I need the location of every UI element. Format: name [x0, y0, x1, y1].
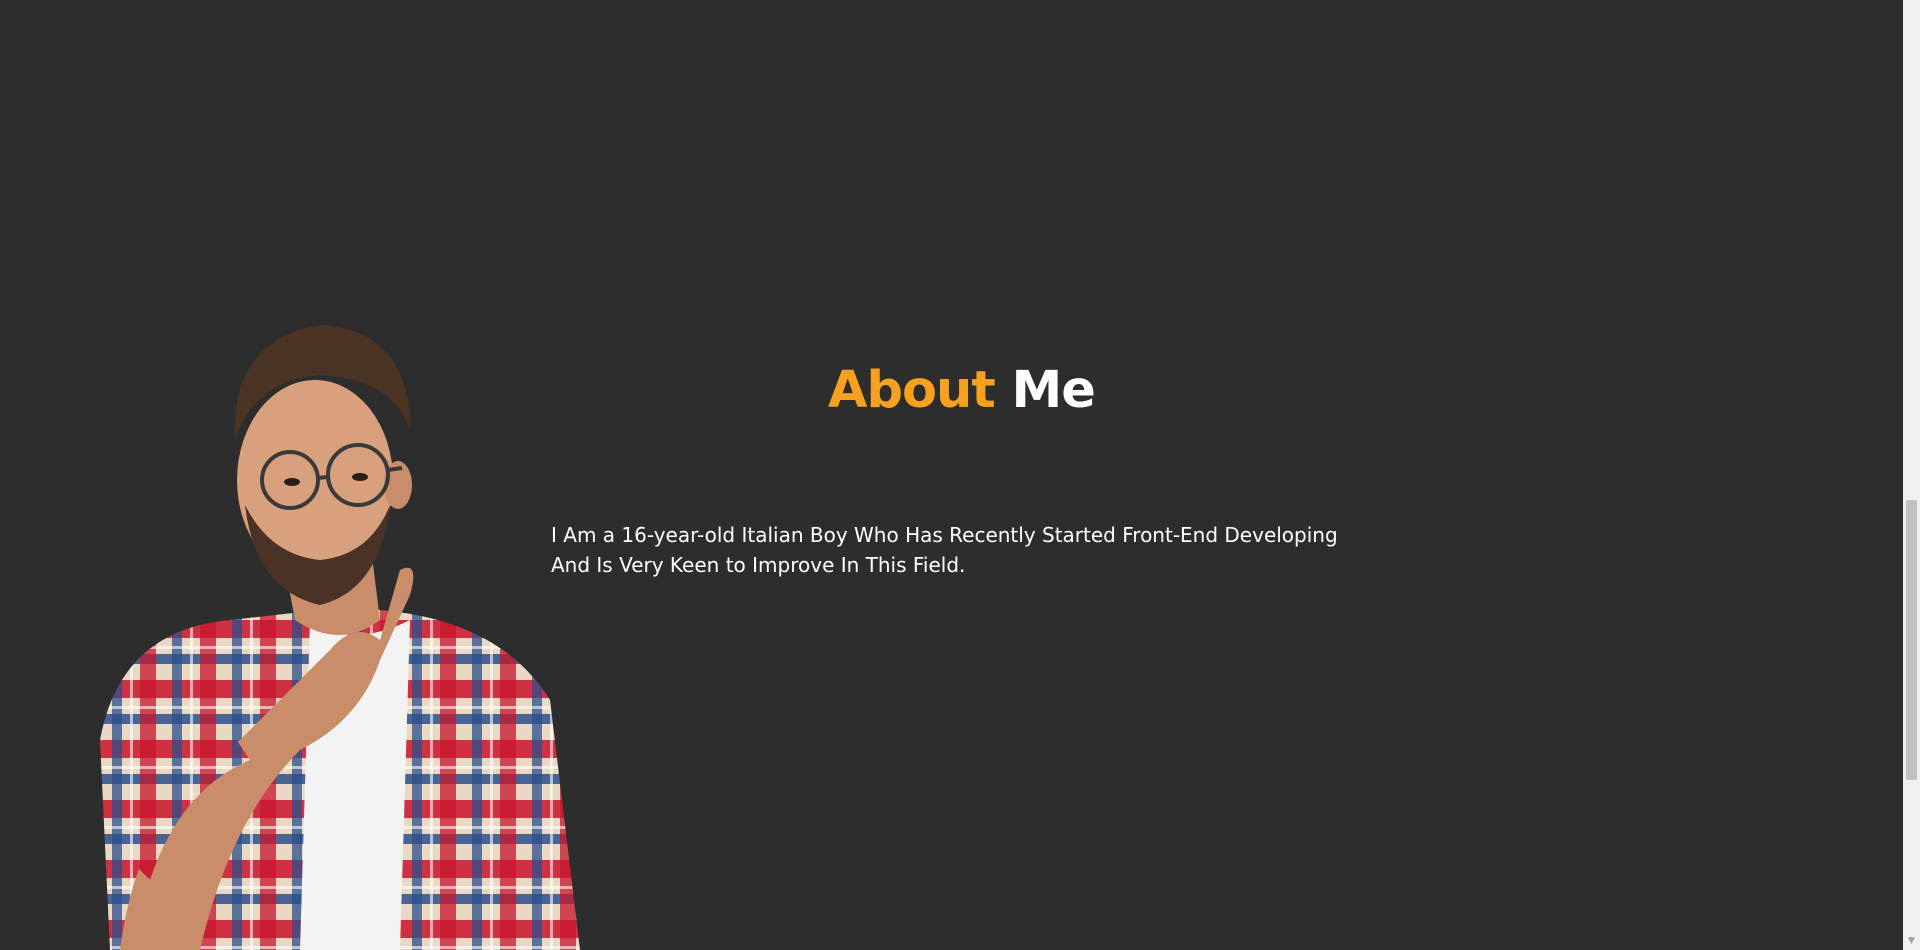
title-accent-word: About — [828, 361, 996, 420]
section-title: About Me — [828, 356, 1096, 426]
vertical-scrollbar[interactable]: ▼ — [1903, 0, 1920, 950]
scrollbar-thumb[interactable] — [1906, 500, 1917, 780]
portrait-image — [100, 325, 580, 950]
about-description: I Am a 16-year-old Italian Boy Who Has R… — [551, 523, 1338, 577]
about-me-section: About Me I Am a 16-year-old Italian Boy … — [0, 0, 1920, 950]
title-rest-word: Me — [1011, 361, 1095, 420]
scroll-down-arrow-icon[interactable]: ▼ — [1903, 936, 1920, 946]
